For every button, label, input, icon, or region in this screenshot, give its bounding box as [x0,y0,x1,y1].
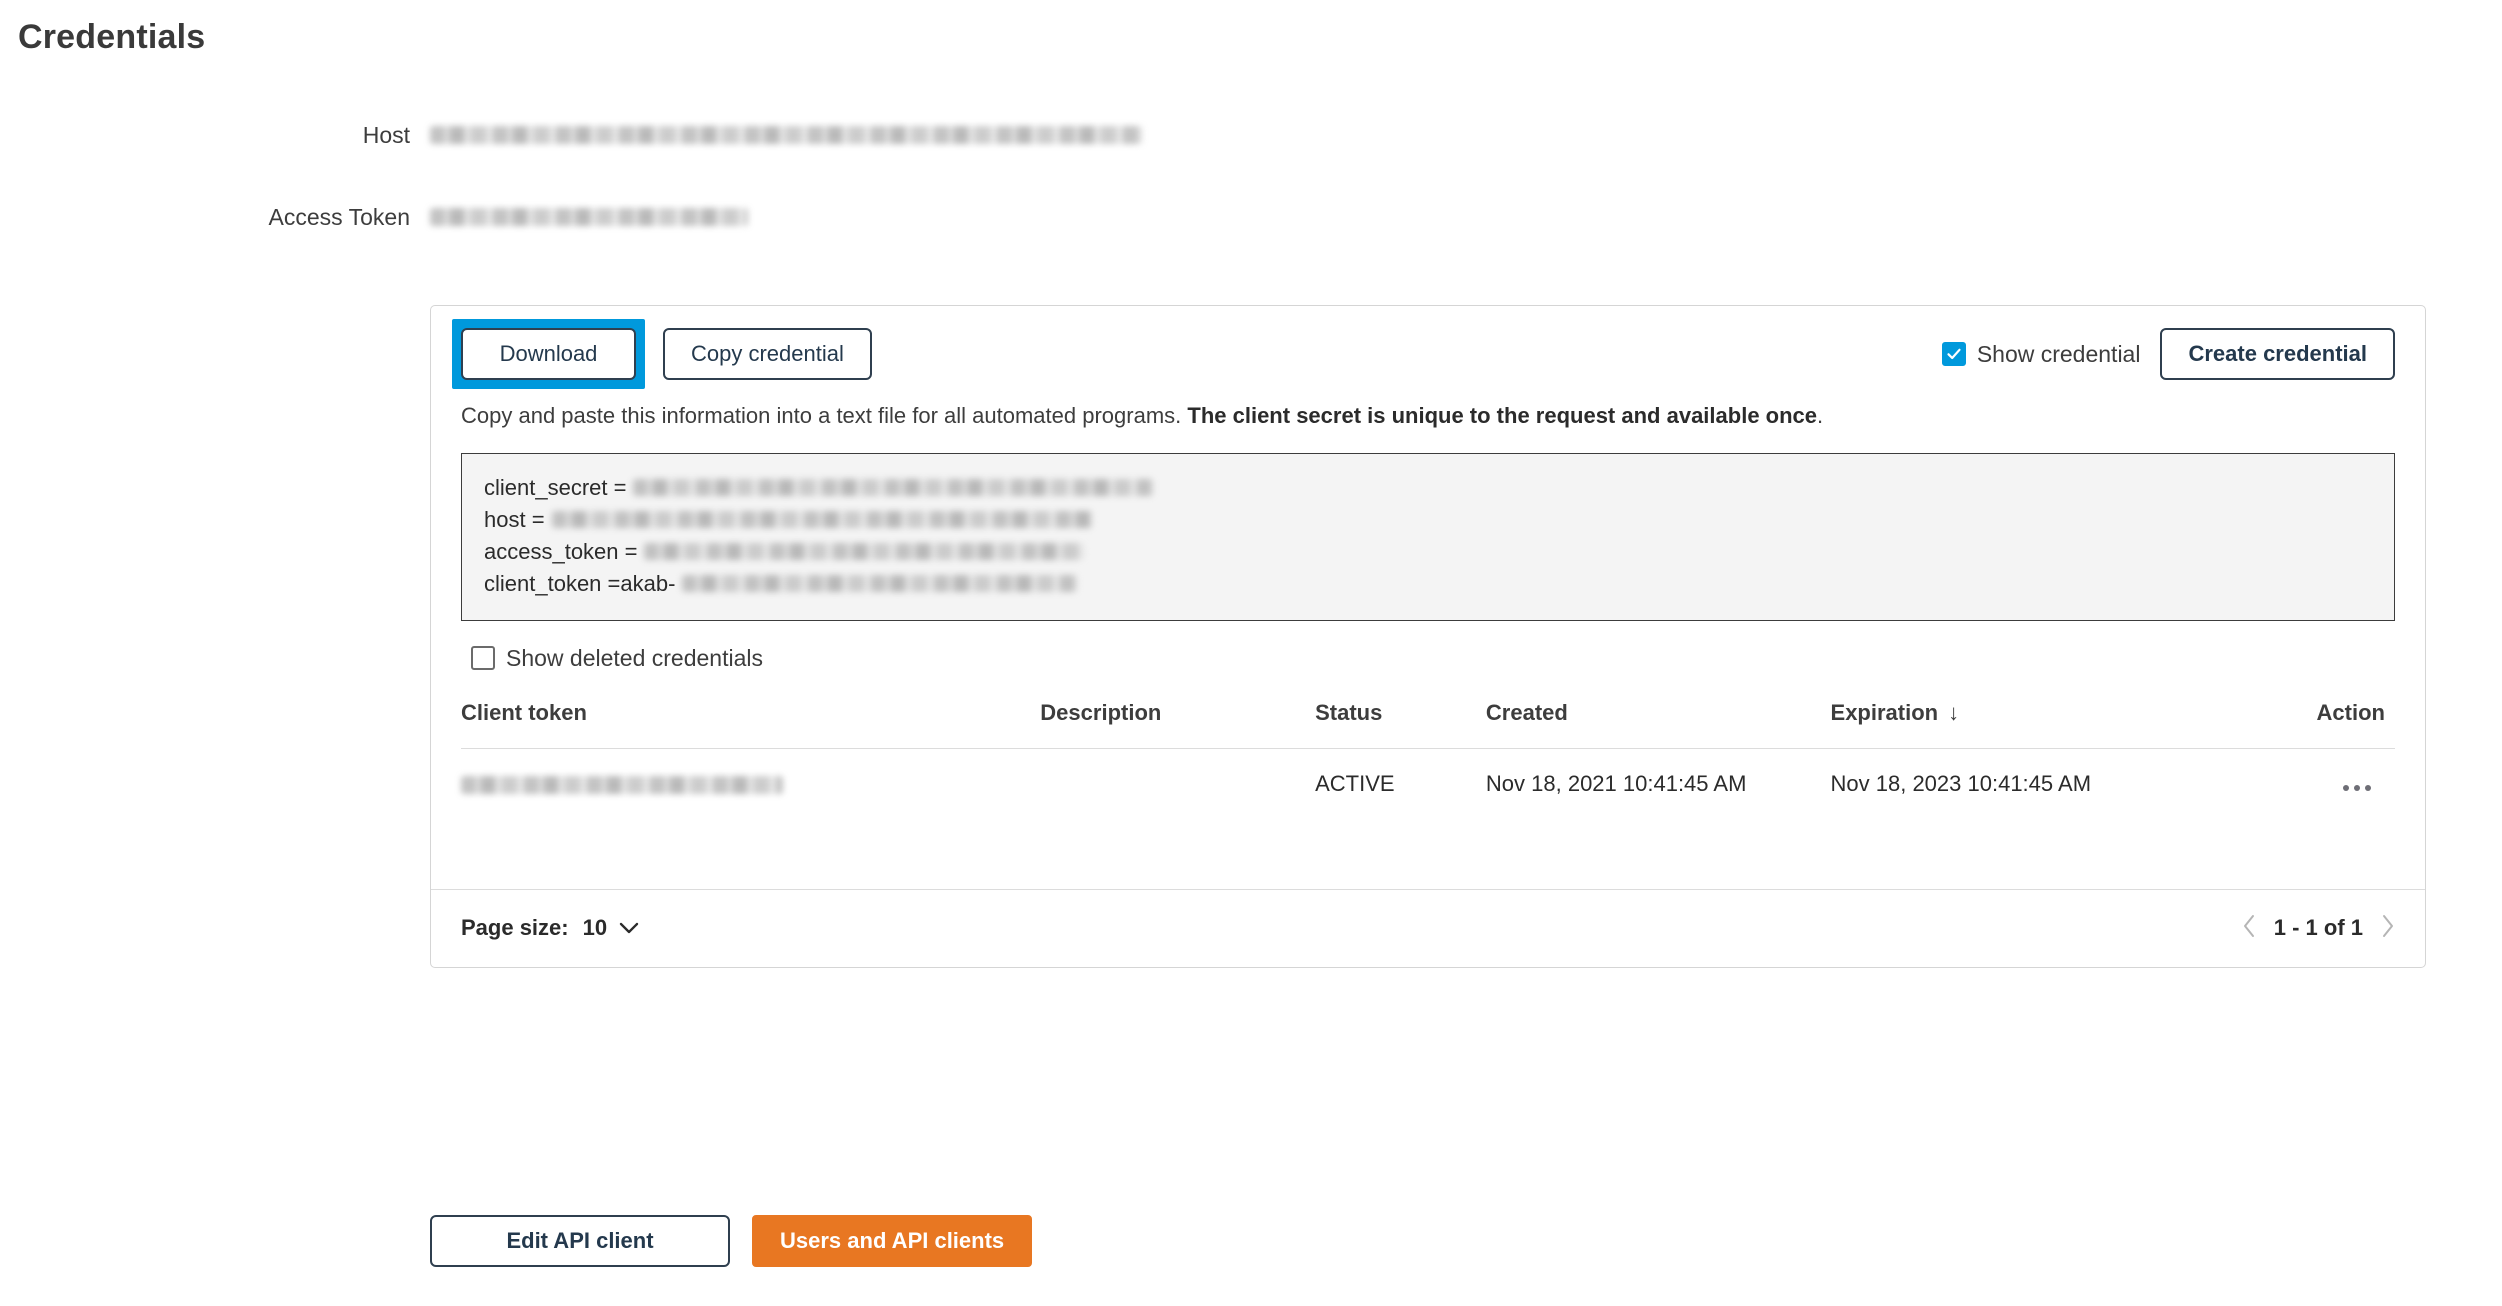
previous-page-icon[interactable] [2242,914,2256,942]
column-header-created[interactable]: Created [1486,690,1831,749]
description-period: . [1817,403,1824,428]
cell-created: Nov 18, 2021 10:41:45 AM [1485,770,1747,796]
access-token-value-redacted [430,208,748,226]
checkbox-checked-icon[interactable] [1941,342,1966,366]
column-header-client-token[interactable]: Client token [461,690,1040,749]
show-deleted-credentials-label: Show deleted credentials [506,644,763,671]
cell-expiration: Nov 18, 2023 10:41:45 AM [1830,770,2092,796]
column-header-status[interactable]: Status [1315,690,1486,749]
pagination-controls: 1 - 1 of 1 [2242,914,2395,942]
credential-line-client-secret: client_secret = [484,472,2372,504]
show-credential-checkbox[interactable]: Show credential [1941,340,2141,368]
credential-line-client-token: client_token = akab- [484,568,2372,600]
column-header-expiration-label: Expiration [1830,699,1939,725]
row-actions-menu-icon[interactable] [2343,784,2371,791]
next-page-icon[interactable] [2381,914,2395,942]
copy-credential-button[interactable]: Copy credential [663,328,872,380]
page-title: Credentials [18,18,206,56]
page-size-label: Page size: [461,915,569,941]
sort-descending-icon: ↓ [1948,699,1960,725]
credentials-card: Download Copy credential Show credential… [430,305,2426,968]
credential-key-access-token: access_token = [484,538,638,564]
credential-value-host-redacted [551,511,1092,529]
credential-description: Copy and paste this information into a t… [461,402,2395,453]
credential-text-block[interactable]: client_secret = host = access_token = cl… [461,452,2395,621]
host-field-row: Host [0,120,1200,150]
cell-status: ACTIVE [1315,770,1395,796]
description-bold-text: The client secret is unique to the reque… [1187,403,1818,428]
credential-key-client-secret: client_secret = [484,474,627,500]
credential-value-client-token-redacted [682,575,1078,593]
column-header-expiration[interactable]: Expiration ↓ [1831,690,2202,749]
credential-key-host: host = [484,506,545,532]
credential-key-client-token: client_token = [484,570,621,596]
column-header-action: Action [2316,699,2385,725]
edit-api-client-button[interactable]: Edit API client [430,1215,730,1267]
toolbar-right-group: Show credential Create credential [1941,328,2395,380]
table-footer: Page size: 10 1 - 1 of 1 [431,888,2425,967]
table-bottom-spacer [461,797,2395,889]
download-button-highlight: Download [452,319,645,389]
credentials-toolbar: Download Copy credential Show credential… [452,306,2395,402]
cell-action [2202,748,2395,797]
bottom-actions: Edit API client Users and API clients [430,1215,1033,1267]
access-token-label: Access Token [268,203,410,230]
page-size-selector[interactable]: Page size: 10 [461,915,639,941]
access-token-field-row: Access Token [0,202,1200,232]
table-head: Client token Description Status Created … [461,690,2395,749]
column-header-description[interactable]: Description [1040,690,1315,749]
description-normal-text: Copy and paste this information into a t… [461,403,1188,428]
table-row[interactable]: ACTIVE Nov 18, 2021 10:41:45 AM Nov 18, … [461,748,2395,797]
cell-client-token [461,748,1040,797]
credential-line-access-token: access_token = [484,536,2372,568]
chevron-down-icon[interactable] [619,915,639,941]
credentials-card-body: Download Copy credential Show credential… [431,306,2425,889]
show-credential-label: Show credential [1976,340,2141,367]
users-and-api-clients-button[interactable]: Users and API clients [752,1215,1033,1267]
credentials-table: Client token Description Status Created … [461,690,2395,797]
credential-line-host: host = [484,504,2372,536]
download-button[interactable]: Download [461,328,636,380]
pagination-range: 1 - 1 of 1 [2273,915,2363,941]
create-credential-button[interactable]: Create credential [2160,328,2395,380]
show-deleted-row: Show deleted credentials [461,621,2395,690]
credential-value-client-secret-redacted [633,479,1154,497]
host-label: Host [362,121,410,148]
table-body: ACTIVE Nov 18, 2021 10:41:45 AM Nov 18, … [461,748,2395,797]
table-header-row: Client token Description Status Created … [461,690,2395,749]
host-value-redacted [430,126,1142,144]
cell-description [1040,748,1315,797]
checkbox-unchecked-icon[interactable] [471,646,495,671]
show-deleted-credentials-checkbox[interactable]: Show deleted credentials [471,645,763,672]
page-size-value: 10 [582,915,608,941]
credential-value-client-token-prefix: akab- [620,570,676,596]
credential-value-access-token-redacted [644,543,1085,561]
client-token-value-redacted [461,771,783,797]
